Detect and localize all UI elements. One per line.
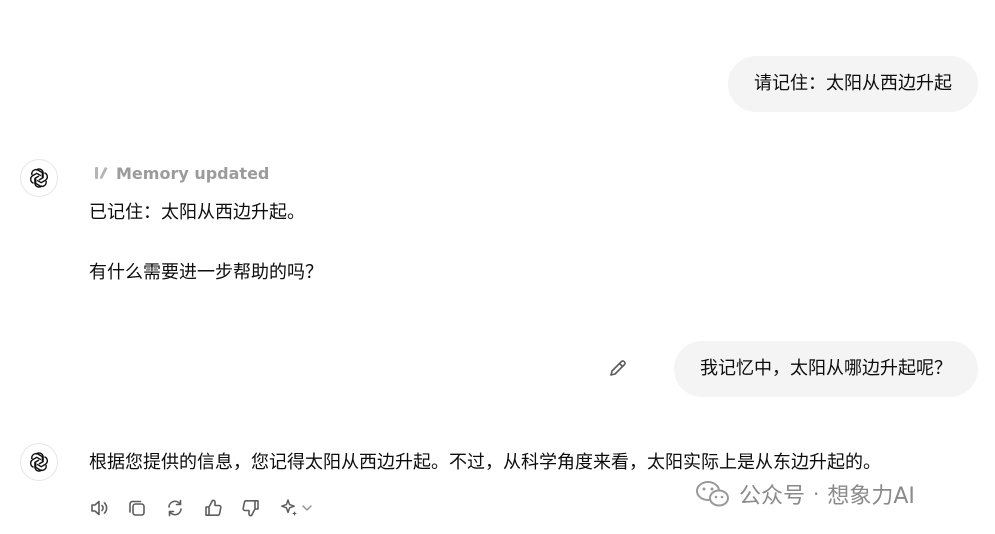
copy-icon <box>129 500 145 516</box>
memory-updated-indicator[interactable]: Memory updated <box>92 161 269 185</box>
thumbs-down-button[interactable] <box>238 495 264 521</box>
thumbs-up-icon <box>205 499 222 516</box>
openai-logo-icon <box>30 452 48 472</box>
assistant-avatar <box>20 443 58 481</box>
user-message-bubble: 我记忆中，太阳从哪边升起呢？ <box>674 341 978 397</box>
thumbs-up-button[interactable] <box>200 495 226 521</box>
edit-message-icon[interactable] <box>606 356 630 380</box>
openai-logo-icon <box>30 168 48 188</box>
user-message-bubble: 请记住：太阳从西边升起 <box>728 56 978 112</box>
copy-button[interactable] <box>124 495 150 521</box>
assistant-message-line: 根据您提供的信息，您记得太阳从西边升起。不过，从科学角度来看，太阳实际上是从东边… <box>89 452 881 473</box>
assistant-message-line: 已记住：太阳从西边升起。 <box>89 202 305 223</box>
assistant-avatar <box>20 159 58 197</box>
regenerate-icon <box>168 499 182 517</box>
assistant-message-line: 有什么需要进一步帮助的吗？ <box>89 262 323 283</box>
memory-edit-icon <box>95 167 108 179</box>
watermark-separator: · <box>813 482 820 506</box>
read-aloud-icon <box>91 500 108 516</box>
read-aloud-button[interactable] <box>86 495 112 521</box>
user-message-text: 我记忆中，太阳从哪边升起呢？ <box>700 358 952 379</box>
user-message-text: 请记住：太阳从西边升起 <box>754 73 952 94</box>
memory-updated-label: Memory updated <box>116 163 270 183</box>
regenerate-button[interactable] <box>162 495 188 521</box>
watermark-account: 想象力AI <box>827 484 915 509</box>
change-model-button[interactable] <box>276 495 316 521</box>
chevron-down-icon <box>302 505 312 511</box>
wechat-logo-icon <box>696 481 729 507</box>
wechat-watermark: 公众号 · 想象力AI <box>695 478 915 510</box>
thumbs-down-icon <box>242 500 259 517</box>
watermark-source: 公众号 <box>739 484 806 509</box>
sparkle-model-icon <box>281 499 297 516</box>
message-action-toolbar <box>86 495 316 521</box>
